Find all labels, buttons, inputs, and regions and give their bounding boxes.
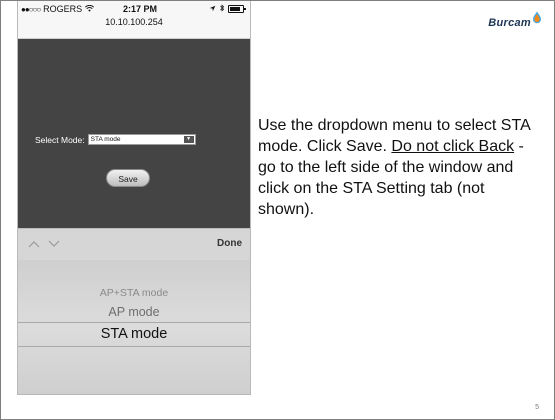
mode-dropdown-value: STA mode bbox=[90, 136, 121, 143]
water-drop-icon bbox=[532, 11, 542, 29]
done-button[interactable]: Done bbox=[217, 238, 242, 249]
mode-label: Select Mode: bbox=[35, 134, 85, 145]
chevron-up-icon[interactable] bbox=[28, 235, 40, 251]
mode-dropdown[interactable]: STA mode ▼ bbox=[87, 134, 196, 145]
mode-picker[interactable]: AP+STA mode AP mode STA mode bbox=[18, 260, 250, 394]
bluetooth-icon bbox=[219, 4, 225, 14]
carrier-name: ROGERS bbox=[43, 4, 83, 14]
status-left: ●●○○○ ROGERS bbox=[21, 4, 95, 14]
signal-strength: ●●○○○ bbox=[21, 4, 41, 14]
web-content: Select Mode: STA mode ▼ Save bbox=[18, 39, 250, 228]
status-right bbox=[209, 4, 246, 14]
phone-screenshot: ●●○○○ ROGERS 2:17 PM 10.10.100.254 Selec… bbox=[17, 1, 251, 395]
wifi-icon bbox=[85, 4, 95, 14]
mode-row: Select Mode: STA mode ▼ bbox=[35, 134, 196, 145]
page-url: 10.10.100.254 bbox=[105, 17, 163, 27]
location-arrow-icon bbox=[209, 4, 216, 14]
instruction-text: Use the dropdown menu to select STA mode… bbox=[258, 115, 533, 220]
picker-selection-top bbox=[18, 322, 250, 323]
picker-selection-bottom bbox=[18, 346, 250, 347]
chevron-down-icon[interactable] bbox=[48, 235, 60, 251]
page-number: 5 bbox=[535, 404, 539, 411]
logo-text: Burcam bbox=[488, 17, 531, 29]
battery-icon bbox=[228, 5, 246, 13]
instruction-warning: Do not click Back bbox=[391, 138, 515, 155]
clock: 2:17 PM bbox=[123, 4, 158, 14]
status-bar: ●●○○○ ROGERS 2:17 PM 10.10.100.254 bbox=[18, 1, 250, 39]
picker-option-ap-sta[interactable]: AP+STA mode bbox=[18, 287, 250, 299]
picker-option-sta[interactable]: STA mode bbox=[18, 326, 250, 342]
slide: ●●○○○ ROGERS 2:17 PM 10.10.100.254 Selec… bbox=[0, 0, 555, 420]
save-button[interactable]: Save bbox=[106, 169, 150, 187]
burcam-logo: Burcam bbox=[488, 11, 542, 29]
picker-option-ap[interactable]: AP mode bbox=[18, 305, 250, 319]
picker-toolbar: Done bbox=[18, 228, 250, 261]
dropdown-arrow-icon: ▼ bbox=[183, 136, 194, 143]
